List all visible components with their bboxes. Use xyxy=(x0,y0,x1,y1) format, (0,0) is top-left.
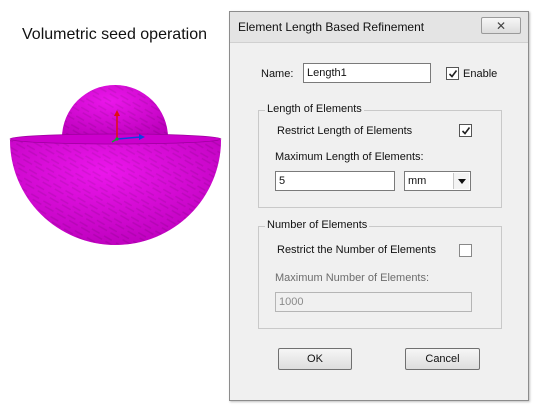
hemisphere-model xyxy=(9,85,222,245)
unit-select[interactable]: mm xyxy=(404,171,471,191)
restrict-number-label: Restrict the Number of Elements xyxy=(277,244,436,256)
max-length-label: Maximum Length of Elements: xyxy=(275,151,424,163)
close-button[interactable]: ✕ xyxy=(481,17,521,34)
max-length-field[interactable]: 5 xyxy=(275,171,395,191)
restrict-number-checkbox[interactable] xyxy=(459,244,472,257)
enable-label: Enable xyxy=(463,68,498,80)
restrict-length-label: Restrict Length of Elements xyxy=(277,125,413,137)
cancel-button[interactable]: Cancel xyxy=(405,348,480,370)
unit-value: mm xyxy=(408,175,427,187)
dropdown-arrow[interactable] xyxy=(453,173,469,189)
check-icon xyxy=(448,70,458,78)
dialog-title: Element Length Based Refinement xyxy=(238,20,425,34)
name-field[interactable]: Length1 xyxy=(303,63,431,83)
enable-checkbox[interactable] xyxy=(446,67,459,80)
refinement-dialog: Element Length Based Refinement ✕ Name: … xyxy=(229,11,529,401)
max-number-field[interactable]: 1000 xyxy=(275,292,472,312)
ok-button[interactable]: OK xyxy=(278,348,352,370)
restrict-length-checkbox[interactable] xyxy=(459,124,472,137)
chevron-down-icon xyxy=(458,179,466,184)
dialog-titlebar[interactable]: Element Length Based Refinement ✕ xyxy=(230,12,528,43)
caption-title: Volumetric seed operation xyxy=(22,26,207,43)
length-group-legend: Length of Elements xyxy=(265,103,364,115)
name-label: Name: xyxy=(261,68,294,80)
model-viewport[interactable] xyxy=(0,80,230,255)
close-icon: ✕ xyxy=(495,19,507,33)
check-icon xyxy=(461,127,471,135)
number-group-legend: Number of Elements xyxy=(265,219,370,231)
max-number-label: Maximum Number of Elements: xyxy=(275,272,430,284)
